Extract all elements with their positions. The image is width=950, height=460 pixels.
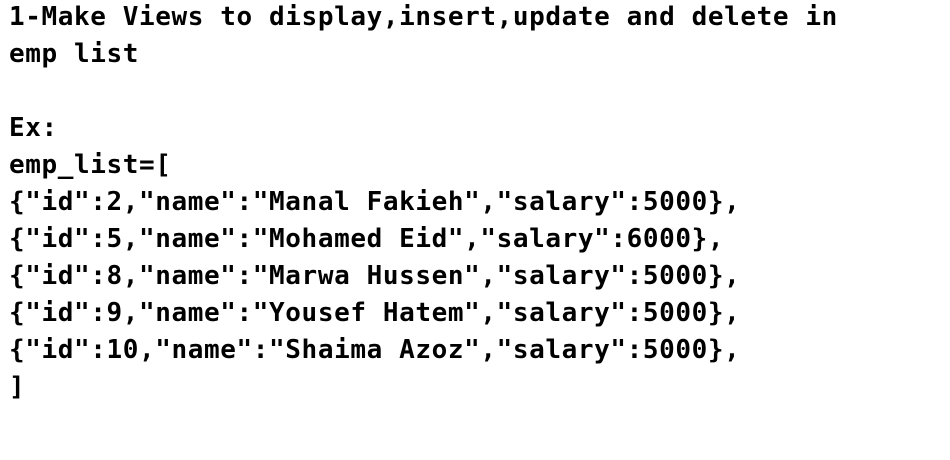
emp-list-row: {"id":5,"name":"Mohamed Eid","salary":60… [9, 224, 725, 254]
emp-list-open: emp_list=[ [9, 150, 172, 180]
emp-list-row: {"id":8,"name":"Marwa Hussen","salary":5… [9, 261, 741, 291]
task-title-line-1: 1-Make Views to display,insert,update an… [9, 2, 838, 32]
emp-list-row: {"id":10,"name":"Shaima Azoz","salary":5… [9, 335, 741, 365]
task-title-line-2: emp list [9, 39, 140, 69]
emp-list-row: {"id":9,"name":"Yousef Hatem","salary":5… [9, 298, 741, 328]
emp-list-close: ] [9, 372, 26, 402]
emp-list-row: {"id":2,"name":"Manal Fakieh","salary":5… [9, 187, 741, 217]
example-label: Ex: [9, 113, 58, 143]
document-page: 1-Make Views to display,insert,update an… [0, 0, 950, 460]
